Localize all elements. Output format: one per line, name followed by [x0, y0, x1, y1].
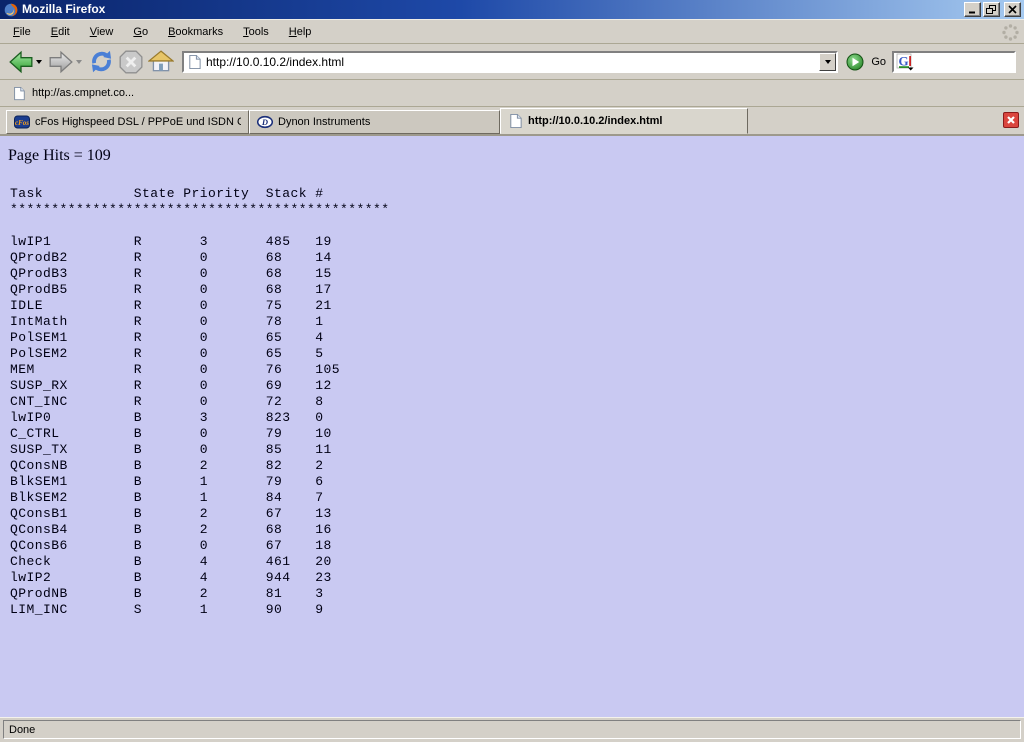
firefox-logo-icon: [4, 3, 18, 17]
svg-text:cFos: cFos: [15, 119, 29, 127]
status-bar: Done: [0, 717, 1024, 742]
browser-window: Mozilla Firefox File Edit View Go Bookma…: [0, 0, 1024, 742]
tab-close-button[interactable]: [1003, 112, 1019, 128]
stop-button[interactable]: [116, 47, 146, 77]
tab-label: http://10.0.10.2/index.html: [528, 115, 662, 127]
tab-bar: cFos cFos Highspeed DSL / PPPoE und ISDN…: [0, 107, 1024, 136]
menubar: File Edit View Go Bookmarks Tools Help: [0, 19, 1024, 44]
tab-dynon[interactable]: D Dynon Instruments: [249, 110, 500, 134]
bookmark-label: http://as.cmpnet.co...: [32, 87, 134, 99]
menu-help[interactable]: Help: [282, 22, 319, 42]
menu-file[interactable]: File: [6, 22, 38, 42]
search-box: G: [892, 51, 1016, 73]
tab-active-index[interactable]: http://10.0.10.2/index.html: [500, 108, 748, 134]
tab-page-icon: [508, 113, 523, 129]
minimize-button[interactable]: [964, 2, 981, 17]
close-button[interactable]: [1004, 2, 1021, 17]
dynon-icon: D: [257, 114, 273, 130]
go-label: Go: [871, 56, 886, 68]
search-input[interactable]: [914, 55, 1014, 69]
google-engine-icon[interactable]: G: [896, 53, 914, 71]
menu-go[interactable]: Go: [126, 22, 155, 42]
page-hits-text: Page Hits = 109: [8, 147, 1024, 165]
bookmark-page-icon: [12, 86, 26, 101]
url-input[interactable]: [202, 54, 819, 70]
url-dropdown-button[interactable]: [819, 53, 836, 71]
reload-button[interactable]: [86, 47, 116, 77]
navigation-toolbar: Go G: [0, 44, 1024, 80]
tab-label: Dynon Instruments: [278, 116, 370, 128]
forward-dropdown-icon[interactable]: [76, 60, 82, 64]
status-panel: Done: [3, 720, 1021, 739]
status-text: Done: [9, 724, 35, 736]
throbber-icon: [1000, 22, 1021, 43]
back-button[interactable]: [6, 47, 36, 77]
cfos-icon: cFos: [14, 114, 30, 130]
tab-cfos[interactable]: cFos cFos Highspeed DSL / PPPoE und ISDN…: [6, 110, 249, 134]
window-title: Mozilla Firefox: [22, 0, 962, 19]
task-table: Task State Priority Stack # ************…: [10, 186, 1024, 618]
menu-tools[interactable]: Tools: [236, 22, 276, 42]
page-content: Page Hits = 109 Task State Priority Stac…: [0, 136, 1024, 717]
titlebar: Mozilla Firefox: [0, 0, 1024, 19]
go-button[interactable]: Go: [846, 53, 886, 71]
url-bar: [182, 51, 838, 73]
menu-bookmarks[interactable]: Bookmarks: [161, 22, 230, 42]
back-dropdown-icon[interactable]: [36, 60, 42, 64]
home-button[interactable]: [146, 47, 176, 77]
forward-button[interactable]: [46, 47, 76, 77]
menu-view[interactable]: View: [83, 22, 121, 42]
svg-text:D: D: [261, 117, 268, 127]
tab-label: cFos Highspeed DSL / PPPoE und ISDN CAP.…: [35, 116, 241, 128]
bookmark-item[interactable]: http://as.cmpnet.co...: [6, 83, 140, 104]
menu-edit[interactable]: Edit: [44, 22, 77, 42]
page-icon: [187, 54, 202, 70]
bookmarks-toolbar: http://as.cmpnet.co...: [0, 80, 1024, 107]
restore-button[interactable]: [983, 2, 1000, 17]
